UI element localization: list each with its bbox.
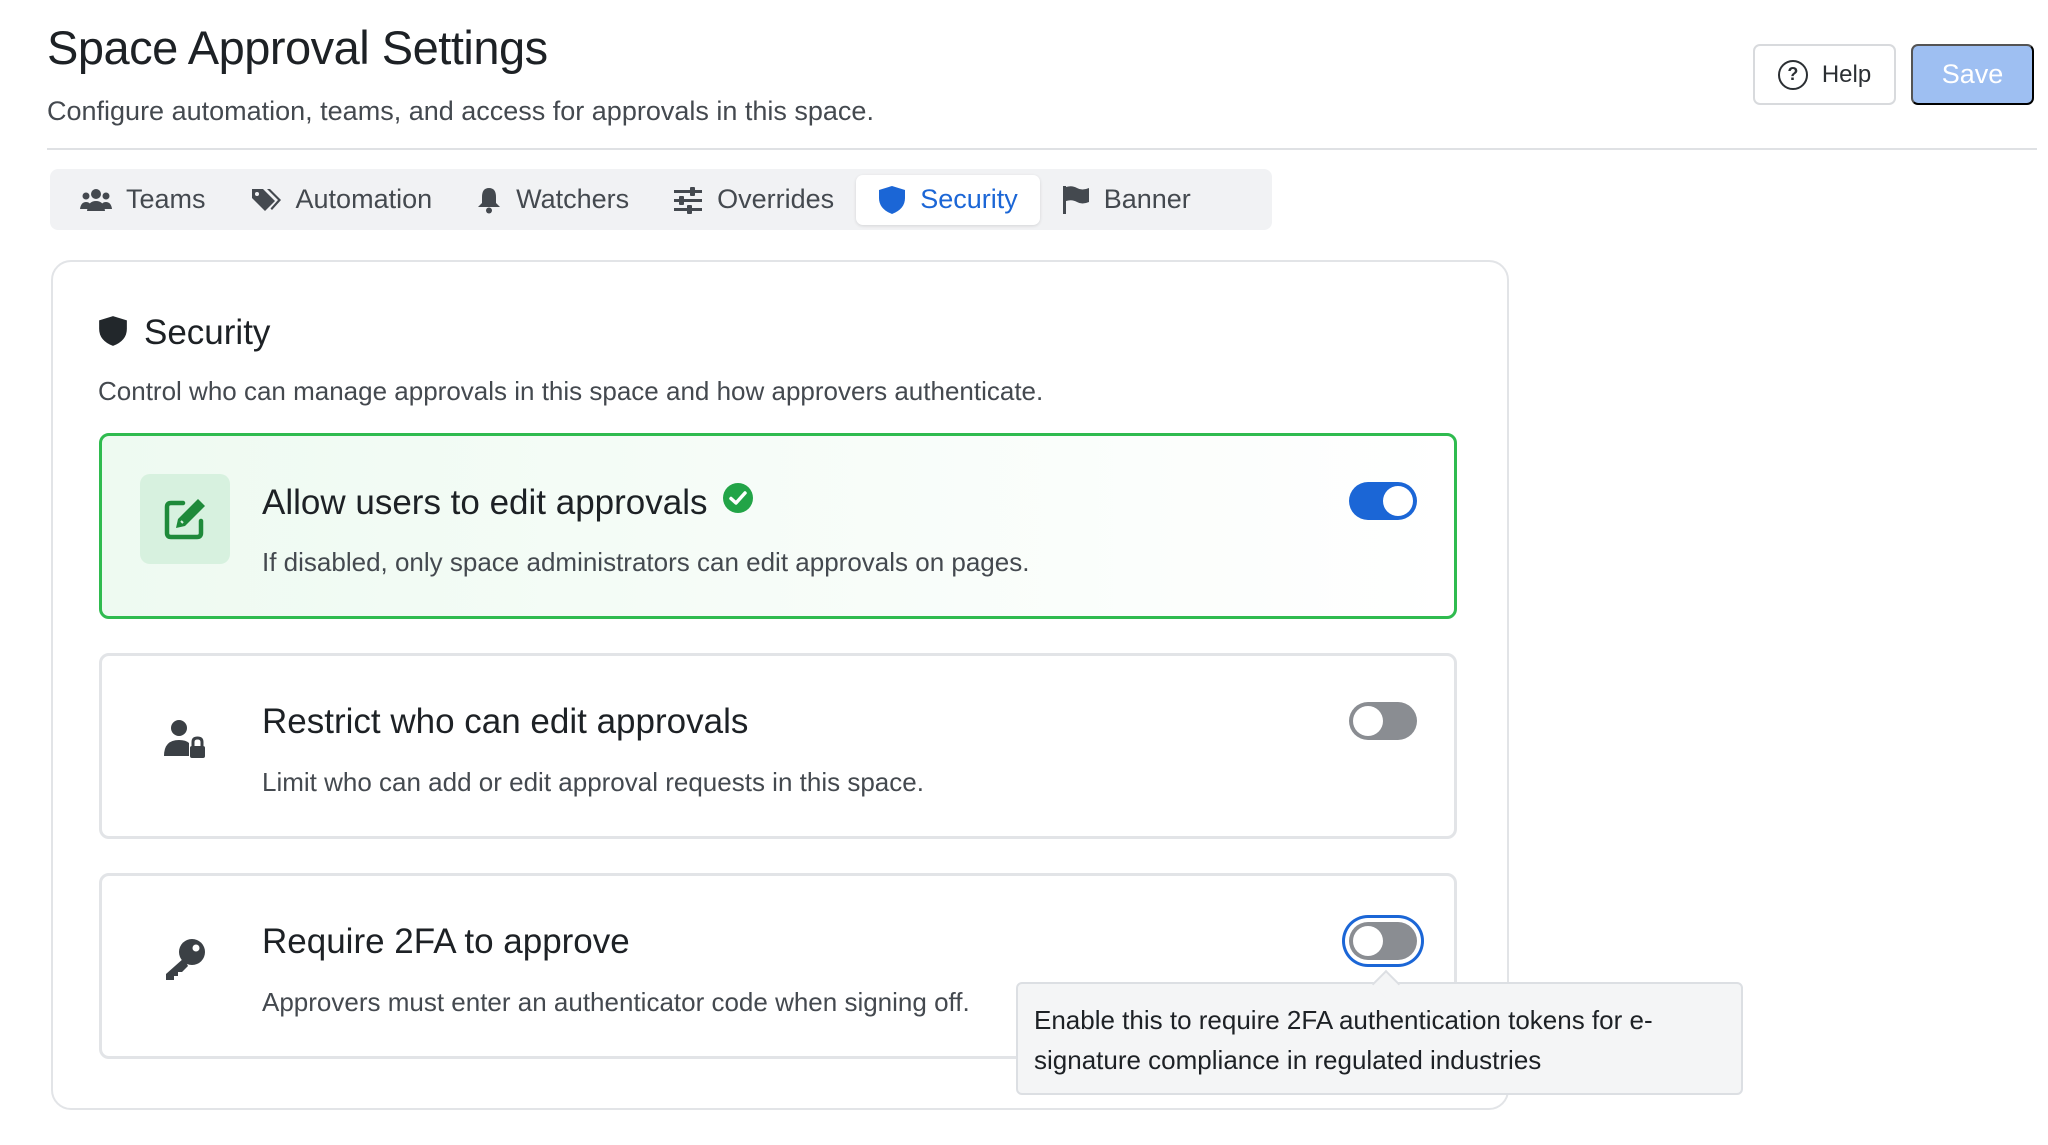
tab-security-label: Security [920, 184, 1018, 214]
tab-watchers[interactable]: Watchers [454, 175, 651, 225]
security-section-title: Security [144, 313, 271, 352]
tab-overrides-label: Overrides [717, 184, 835, 214]
user-lock-icon [140, 694, 230, 784]
setting-card-allow-edit: Allow users to edit approvals If disable… [99, 433, 1457, 619]
toggle-knob [1353, 926, 1383, 956]
page-subtitle: Configure automation, teams, and access … [47, 96, 874, 126]
question-circle-icon: ? [1777, 59, 1808, 90]
shield-icon [878, 185, 906, 215]
settings-tabs: Teams Automation Watchers Overrides Secu… [50, 169, 1272, 230]
save-button[interactable]: Save [1911, 44, 2034, 105]
users-icon [80, 187, 112, 213]
setting-title-allow-edit: Allow users to edit approvals [262, 482, 754, 523]
security-section-header: Security [98, 313, 270, 353]
restrict-edit-toggle[interactable] [1349, 702, 1417, 740]
help-button[interactable]: ? Help [1753, 44, 1896, 105]
toggle-knob [1383, 486, 1413, 516]
tab-teams-label: Teams [126, 184, 206, 214]
tab-watchers-label: Watchers [516, 184, 630, 214]
help-button-label: Help [1821, 60, 1872, 88]
sliders-icon [673, 186, 703, 214]
tab-security[interactable]: Security [856, 174, 1040, 225]
tags-icon [250, 186, 282, 214]
key-icon [140, 914, 230, 1004]
setting-title-require-2fa: Require 2FA to approve [262, 922, 630, 961]
page-title: Space Approval Settings [47, 21, 548, 74]
toggle-knob [1353, 706, 1383, 736]
bell-icon [476, 186, 502, 214]
tab-overrides[interactable]: Overrides [651, 175, 856, 225]
setting-description-require-2fa: Approvers must enter an authenticator co… [262, 987, 970, 1017]
setting-card-restrict-edit: Restrict who can edit approvals Limit wh… [99, 653, 1457, 839]
tab-banner[interactable]: Banner [1040, 175, 1213, 225]
shield-icon [98, 315, 128, 352]
require-2fa-toggle[interactable] [1349, 922, 1417, 960]
allow-edit-toggle[interactable] [1349, 482, 1417, 520]
edit-icon [140, 474, 230, 564]
flag-icon [1062, 185, 1090, 215]
header-divider [47, 148, 2037, 150]
setting-description-restrict-edit: Limit who can add or edit approval reque… [262, 767, 924, 797]
tab-automation-label: Automation [295, 184, 433, 214]
security-section-description: Control who can manage approvals in this… [98, 376, 1044, 406]
check-circle-icon [722, 482, 754, 523]
tab-teams[interactable]: Teams [58, 175, 228, 225]
tab-automation[interactable]: Automation [228, 175, 455, 225]
tab-banner-label: Banner [1103, 184, 1191, 214]
tooltip-2fa: Enable this to require 2FA authenticatio… [1016, 982, 1743, 1095]
setting-title-restrict-edit: Restrict who can edit approvals [262, 702, 749, 741]
setting-description-allow-edit: If disabled, only space administrators c… [262, 547, 1030, 577]
